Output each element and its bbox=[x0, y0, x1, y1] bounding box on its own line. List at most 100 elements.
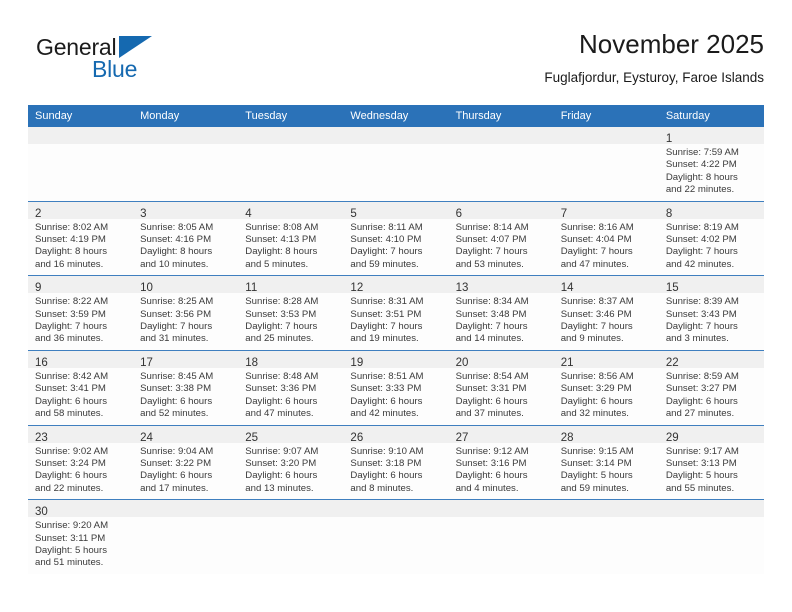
calendar-day-cell[interactable]: 6 Sunrise: 8:14 AM Sunset: 4:07 PM Daylight… bbox=[448, 201, 554, 277]
calendar-day-cell[interactable]: 14 Sunrise: 8:37 AM Sunset: 3:46 PM Dayligh… bbox=[553, 275, 659, 351]
day-number-band: 8 bbox=[658, 201, 764, 220]
day-details: Sunrise: 9:04 AM Sunset: 3:22 PM Daylight:… bbox=[133, 443, 238, 500]
calendar-day-cell[interactable]: 25 Sunrise: 9:07 AM Sunset: 3:20 PM Dayligh… bbox=[238, 425, 344, 501]
calendar-day-cell-empty bbox=[553, 499, 659, 574]
calendar-day-cell[interactable]: 10 Sunrise: 8:25 AM Sunset: 3:56 PM Dayligh… bbox=[133, 275, 239, 351]
day-details: Sunrise: 8:31 AM Sunset: 3:51 PM Daylight:… bbox=[343, 293, 448, 350]
daylight-text-line2: and 59 minutes. bbox=[560, 482, 629, 494]
day-number: 23 bbox=[35, 431, 48, 444]
day-number-band: 6 bbox=[448, 201, 554, 220]
calendar-day-cell[interactable]: 19 Sunrise: 8:51 AM Sunset: 3:33 PM Dayligh… bbox=[343, 350, 449, 426]
general-blue-logo[interactable]: General Blue bbox=[36, 34, 236, 96]
daylight-text-line2: and 47 minutes. bbox=[560, 258, 629, 270]
sunrise-text: Sunrise: 8:14 AM bbox=[455, 221, 529, 233]
sunset-text: Sunset: 3:43 PM bbox=[665, 308, 737, 320]
weekday-header-monday: Monday bbox=[133, 105, 239, 127]
calendar-day-cell[interactable]: 12 Sunrise: 8:31 AM Sunset: 3:51 PM Dayligh… bbox=[343, 275, 449, 351]
sunrise-text: Sunrise: 8:59 AM bbox=[665, 370, 739, 382]
daylight-text-line1: Daylight: 7 hours bbox=[35, 321, 107, 333]
sunrise-text: Sunrise: 8:22 AM bbox=[35, 296, 109, 308]
logo-word-blue: Blue bbox=[92, 56, 138, 82]
day-number-band bbox=[28, 127, 134, 144]
daylight-text-line2: and 17 minutes. bbox=[140, 482, 209, 494]
daylight-text-line2: and 31 minutes. bbox=[140, 333, 209, 345]
calendar-day-cell[interactable]: 18 Sunrise: 8:48 AM Sunset: 3:36 PM Dayligh… bbox=[238, 350, 344, 426]
daylight-text-line1: Daylight: 7 hours bbox=[245, 321, 318, 333]
day-number: 1 bbox=[665, 133, 673, 145]
day-number-band bbox=[553, 500, 659, 518]
weekday-header-wednesday: Wednesday bbox=[343, 105, 449, 127]
sunrise-text: Sunrise: 9:07 AM bbox=[245, 445, 319, 457]
daylight-text-line1: Daylight: 5 hours bbox=[560, 470, 633, 482]
daylight-text-line1: Daylight: 7 hours bbox=[140, 321, 213, 333]
calendar-day-cell[interactable]: 11 Sunrise: 8:28 AM Sunset: 3:53 PM Dayligh… bbox=[238, 275, 344, 351]
day-number: 22 bbox=[665, 356, 679, 369]
calendar-day-cell[interactable]: 8 Sunrise: 8:19 AM Sunset: 4:02 PM Daylight… bbox=[658, 201, 764, 277]
calendar-day-cell[interactable]: 20 Sunrise: 8:54 AM Sunset: 3:31 PM Dayligh… bbox=[448, 350, 554, 426]
calendar-day-cell[interactable]: 17 Sunrise: 8:45 AM Sunset: 3:38 PM Dayligh… bbox=[133, 350, 239, 426]
calendar-day-cell[interactable]: 21 Sunrise: 8:56 AM Sunset: 3:29 PM Dayligh… bbox=[553, 350, 659, 426]
calendar-day-cell-empty bbox=[343, 127, 449, 202]
calendar-day-cell[interactable]: 23 Sunrise: 9:02 AM Sunset: 3:24 PM Dayligh… bbox=[28, 425, 134, 501]
daylight-text-line2: and 47 minutes. bbox=[245, 408, 314, 420]
calendar-day-cell[interactable]: 2 Sunrise: 8:02 AM Sunset: 4:19 PM Daylight… bbox=[28, 201, 134, 277]
day-number: 14 bbox=[560, 282, 574, 295]
daylight-text-line1: Daylight: 7 hours bbox=[350, 246, 423, 258]
sunrise-text: Sunrise: 8:54 AM bbox=[455, 370, 529, 382]
daylight-text-line2: and 52 minutes. bbox=[140, 408, 209, 420]
calendar-day-cell-empty bbox=[238, 499, 344, 574]
day-number-band: 28 bbox=[553, 425, 659, 444]
sunrise-text: Sunrise: 9:15 AM bbox=[560, 445, 634, 457]
calendar-day-cell[interactable]: 16 Sunrise: 8:42 AM Sunset: 3:41 PM Dayligh… bbox=[28, 350, 134, 426]
calendar-day-cell[interactable]: 29 Sunrise: 9:17 AM Sunset: 3:13 PM Dayligh… bbox=[658, 425, 764, 501]
daylight-text-line2: and 53 minutes. bbox=[455, 258, 524, 270]
daylight-text-line1: Daylight: 6 hours bbox=[455, 395, 528, 407]
sunset-text: Sunset: 4:19 PM bbox=[35, 234, 106, 246]
page-subtitle: Fuglafjordur, Eysturoy, Faroe Islands bbox=[544, 70, 764, 85]
calendar-day-cell[interactable]: 1 Sunrise: 7:59 AM Sunset: 4:22 PM Daylight… bbox=[658, 127, 764, 202]
daylight-text-line1: Daylight: 8 hours bbox=[35, 246, 107, 258]
calendar-day-cell[interactable]: 9 Sunrise: 8:22 AM Sunset: 3:59 PM Daylight… bbox=[28, 275, 134, 351]
daylight-text-line1: Daylight: 7 hours bbox=[455, 246, 528, 258]
day-number-band bbox=[553, 127, 659, 144]
daylight-text-line2: and 32 minutes. bbox=[560, 408, 629, 420]
sunset-text: Sunset: 3:31 PM bbox=[455, 383, 527, 395]
sunset-text: Sunset: 3:11 PM bbox=[35, 532, 106, 544]
day-number: 21 bbox=[560, 356, 574, 369]
calendar-day-cell-empty bbox=[133, 499, 239, 574]
calendar-day-cell[interactable]: 28 Sunrise: 9:15 AM Sunset: 3:14 PM Dayligh… bbox=[553, 425, 659, 501]
calendar-day-cell[interactable]: 27 Sunrise: 9:12 AM Sunset: 3:16 PM Dayligh… bbox=[448, 425, 554, 501]
calendar-day-cell[interactable]: 3 Sunrise: 8:05 AM Sunset: 4:16 PM Daylight… bbox=[133, 201, 239, 277]
daylight-text-line2: and 27 minutes. bbox=[665, 408, 735, 420]
calendar-day-cell[interactable]: 24 Sunrise: 9:04 AM Sunset: 3:22 PM Dayligh… bbox=[133, 425, 239, 501]
day-details: Sunrise: 8:37 AM Sunset: 3:46 PM Daylight:… bbox=[554, 293, 659, 350]
weekday-header-friday: Friday bbox=[553, 105, 659, 127]
daylight-text-line2: and 19 minutes. bbox=[350, 333, 419, 345]
sunset-text: Sunset: 3:20 PM bbox=[245, 457, 317, 469]
sunrise-text: Sunrise: 9:12 AM bbox=[455, 445, 529, 457]
daylight-text-line1: Daylight: 5 hours bbox=[665, 470, 738, 482]
sunset-text: Sunset: 3:22 PM bbox=[140, 457, 212, 469]
calendar-day-cell[interactable]: 7 Sunrise: 8:16 AM Sunset: 4:04 PM Daylight… bbox=[553, 201, 659, 277]
calendar-day-cell[interactable]: 26 Sunrise: 9:10 AM Sunset: 3:18 PM Dayligh… bbox=[343, 425, 449, 501]
day-number-band: 13 bbox=[448, 276, 554, 294]
calendar-day-cell[interactable]: 4 Sunrise: 8:08 AM Sunset: 4:13 PM Daylight… bbox=[238, 201, 344, 277]
calendar-day-cell[interactable]: 22 Sunrise: 8:59 AM Sunset: 3:27 PM Dayligh… bbox=[658, 350, 764, 426]
sunset-text: Sunset: 4:16 PM bbox=[140, 234, 212, 246]
sunset-text: Sunset: 3:29 PM bbox=[560, 383, 632, 395]
calendar-day-cell[interactable]: 15 Sunrise: 8:39 AM Sunset: 3:43 PM Dayligh… bbox=[658, 275, 764, 351]
sunrise-text: Sunrise: 9:20 AM bbox=[35, 520, 109, 532]
calendar-day-cell[interactable]: 30 Sunrise: 9:20 AM Sunset: 3:11 PM Dayligh… bbox=[28, 499, 134, 574]
day-details: Sunrise: 8:48 AM Sunset: 3:36 PM Daylight:… bbox=[238, 368, 343, 425]
sunset-text: Sunset: 3:36 PM bbox=[245, 383, 317, 395]
calendar-day-cell[interactable]: 13 Sunrise: 8:34 AM Sunset: 3:48 PM Dayligh… bbox=[448, 275, 554, 351]
daylight-text-line1: Daylight: 8 hours bbox=[140, 246, 213, 258]
day-details: Sunrise: 8:02 AM Sunset: 4:19 PM Daylight:… bbox=[28, 219, 133, 276]
calendar-day-cell[interactable]: 5 Sunrise: 8:11 AM Sunset: 4:10 PM Daylight… bbox=[343, 201, 449, 277]
sunset-text: Sunset: 3:46 PM bbox=[560, 308, 632, 320]
day-number: 20 bbox=[455, 356, 469, 369]
sunrise-text: Sunrise: 8:08 AM bbox=[245, 221, 319, 233]
day-number: 29 bbox=[665, 431, 679, 444]
calendar-week-row: 2 Sunrise: 8:02 AM Sunset: 4:19 PM Daylight… bbox=[28, 201, 764, 277]
day-number-band bbox=[238, 500, 344, 518]
